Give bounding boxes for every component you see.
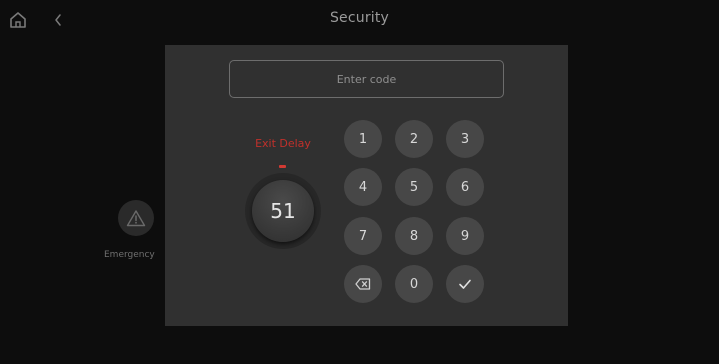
code-entry-dialog: Exit Delay 51 1 2 3 4 5 6 7 8 9 0 xyxy=(165,45,568,326)
key-5[interactable]: 5 xyxy=(395,168,433,206)
key-3[interactable]: 3 xyxy=(446,120,484,158)
emergency-tile[interactable]: Emergency xyxy=(104,197,166,267)
emergency-label: Emergency xyxy=(104,250,155,260)
exit-delay-label: Exit Delay xyxy=(255,137,311,150)
top-bar: Security xyxy=(0,0,719,40)
key-2[interactable]: 2 xyxy=(395,120,433,158)
key-0[interactable]: 0 xyxy=(395,265,433,303)
warning-triangle-icon xyxy=(126,210,146,227)
confirm-button[interactable] xyxy=(446,265,484,303)
key-8[interactable]: 8 xyxy=(395,217,433,255)
backspace-icon xyxy=(355,278,371,290)
checkmark-icon xyxy=(459,279,471,289)
code-input[interactable] xyxy=(229,60,504,98)
page-title: Security xyxy=(329,10,390,26)
emergency-button[interactable] xyxy=(118,200,154,236)
key-9[interactable]: 9 xyxy=(446,217,484,255)
countdown-value: 51 xyxy=(252,180,314,242)
key-1[interactable]: 1 xyxy=(344,120,382,158)
key-7[interactable]: 7 xyxy=(344,217,382,255)
exit-delay-indicator xyxy=(279,165,286,168)
security-screen: Security Emergency Exit Delay 51 1 2 3 4… xyxy=(0,0,719,364)
countdown-dial: 51 xyxy=(245,173,321,249)
key-4[interactable]: 4 xyxy=(344,168,382,206)
key-6[interactable]: 6 xyxy=(446,168,484,206)
backspace-button[interactable] xyxy=(344,265,382,303)
